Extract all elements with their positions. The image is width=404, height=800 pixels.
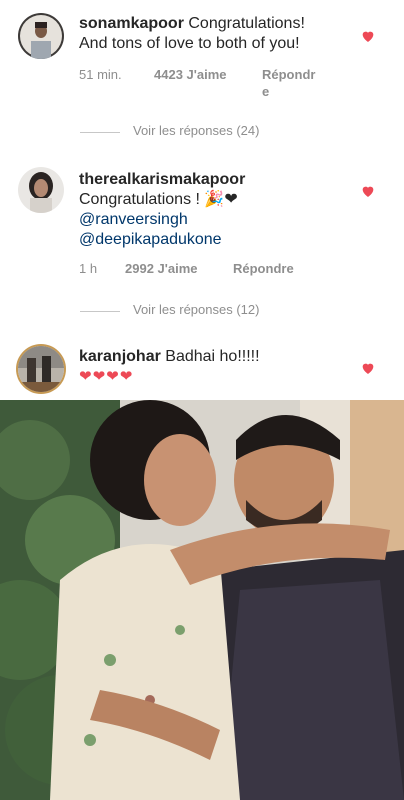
view-replies-label: Voir les réponses (12) <box>133 302 260 317</box>
comment-likes[interactable]: 4423 J'aime <box>154 66 226 83</box>
reply-button[interactable]: Répondr e <box>262 66 315 100</box>
avatar[interactable] <box>18 346 64 392</box>
comment-meta: 51 min. 4423 J'aime Répondr e <box>79 66 361 100</box>
comment-time: 1 h <box>79 261 98 276</box>
comment-hearts: ❤❤❤❤ <box>79 368 134 385</box>
comment-username[interactable]: karanjohar <box>79 348 161 365</box>
comment-text-line-2: And tons of love to both of you! <box>79 35 300 52</box>
avatar[interactable] <box>18 13 64 59</box>
reply-button-text: Répondr <box>262 67 316 82</box>
mention-link[interactable]: @deepikapadukone <box>79 230 361 250</box>
reply-button[interactable]: Répondre <box>233 260 294 277</box>
view-replies-button[interactable]: Voir les réponses (12) <box>80 302 320 320</box>
comment-list: sonamkapoor Congratulations! And tons of… <box>0 0 404 400</box>
comment-meta: 1 h 2992 J'aime Répondre <box>79 260 361 278</box>
post-photo <box>0 400 404 800</box>
reply-button-text-wrap: e <box>262 84 270 99</box>
view-replies-label: Voir les réponses (24) <box>133 123 260 138</box>
comment-text: Congratulations ! 🎉❤ <box>79 191 238 208</box>
heart-icon[interactable] <box>360 183 376 199</box>
comment-text: Badhai ho!!!!! <box>165 348 260 365</box>
divider <box>80 132 120 133</box>
avatar[interactable] <box>18 167 64 213</box>
comment-username[interactable]: sonamkapoor <box>79 15 184 32</box>
mention-link[interactable]: @ranveersingh <box>79 210 361 230</box>
heart-icon[interactable] <box>360 360 376 376</box>
view-replies-button[interactable]: Voir les réponses (24) <box>80 123 320 141</box>
couple-photo <box>0 400 404 800</box>
divider <box>80 311 120 312</box>
comment-time: 51 min. <box>79 67 122 82</box>
heart-icon[interactable] <box>360 28 376 44</box>
comment-username[interactable]: therealkarismakapoor <box>79 171 245 188</box>
comment-likes[interactable]: 2992 J'aime <box>125 260 197 277</box>
comment-text: Congratulations! <box>188 15 305 32</box>
